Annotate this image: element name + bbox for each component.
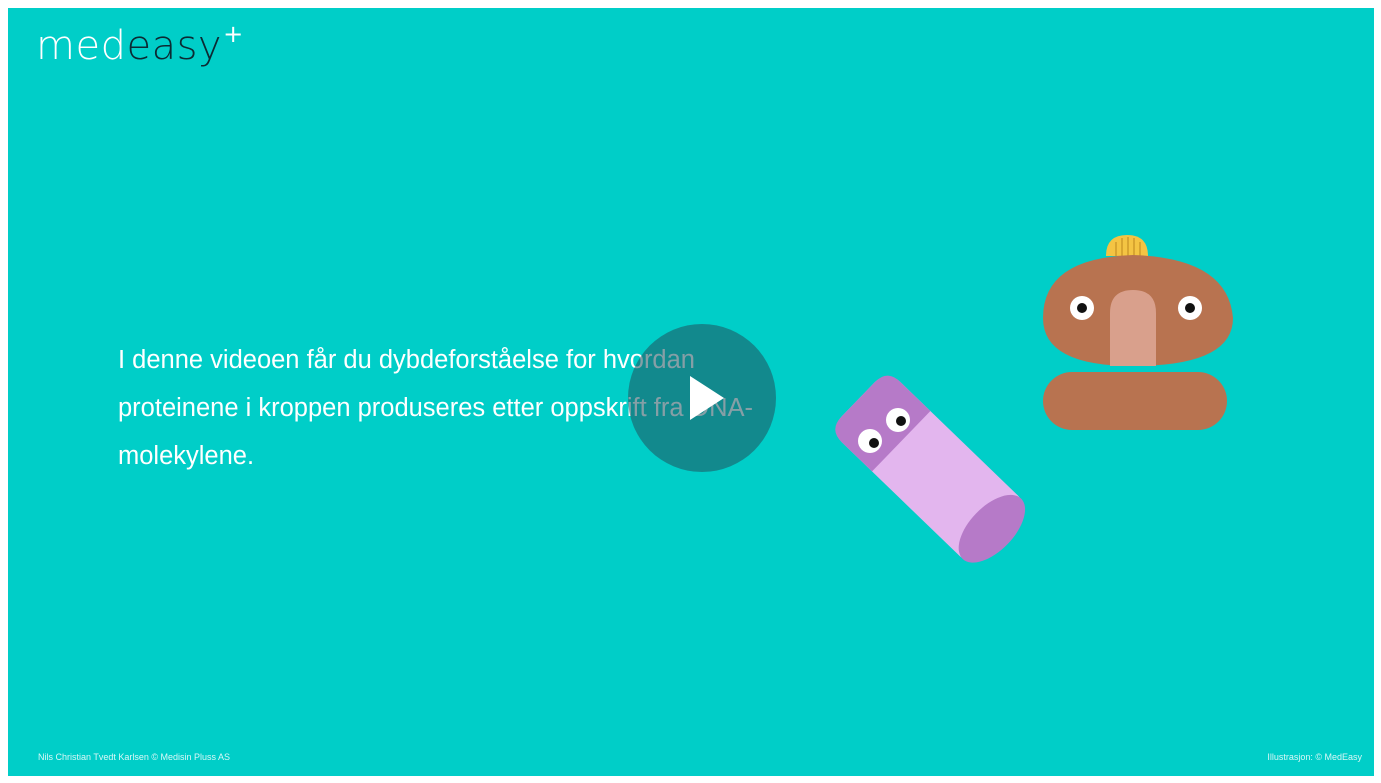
- video-player[interactable]: medeasy+ I denne videoen får du dybdefor…: [8, 8, 1374, 776]
- illustration-credit: Illustrasjon: © MedEasy: [1267, 752, 1362, 762]
- play-icon: [690, 376, 724, 420]
- character-nose: [1110, 290, 1156, 366]
- ribosome-lower: [1043, 372, 1227, 430]
- play-button[interactable]: [628, 324, 776, 472]
- author-credit: Nils Christian Tvedt Karlsen © Medisin P…: [38, 752, 231, 762]
- pill-character: [835, 375, 1026, 563]
- ribosome-character: [1043, 235, 1233, 430]
